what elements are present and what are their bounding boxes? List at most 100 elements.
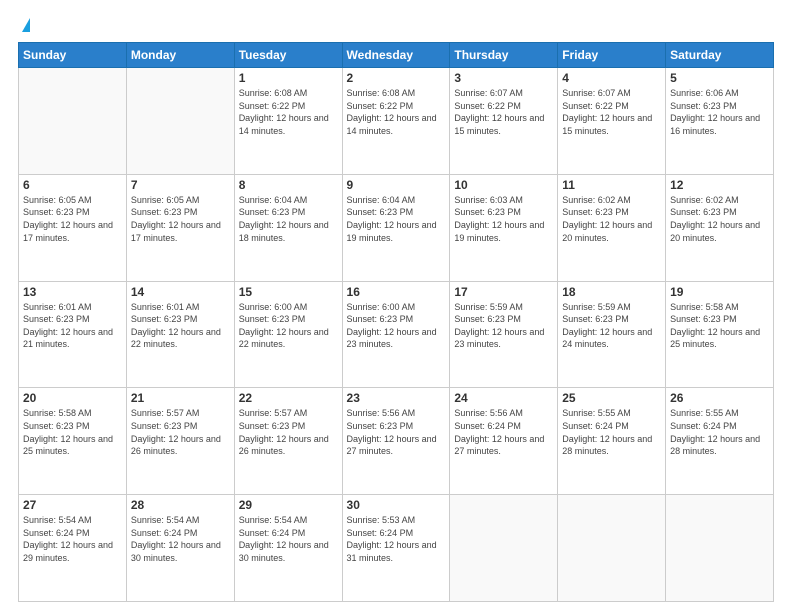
day-info: Sunrise: 5:56 AM Sunset: 6:24 PM Dayligh…	[454, 407, 553, 457]
calendar-cell: 25Sunrise: 5:55 AM Sunset: 6:24 PM Dayli…	[558, 388, 666, 495]
day-info: Sunrise: 5:58 AM Sunset: 6:23 PM Dayligh…	[23, 407, 122, 457]
day-info: Sunrise: 6:02 AM Sunset: 6:23 PM Dayligh…	[562, 194, 661, 244]
day-number: 30	[347, 498, 446, 512]
calendar-cell: 3 Sunrise: 6:07 AM Sunset: 6:22 PM Daylig…	[450, 68, 558, 175]
calendar-cell	[126, 68, 234, 175]
day-info: Sunrise: 6:00 AM Sunset: 6:23 PM Dayligh…	[347, 301, 446, 351]
day-info: Sunrise: 6:03 AM Sunset: 6:23 PM Dayligh…	[454, 194, 553, 244]
day-info: Sunrise: 5:57 AM Sunset: 6:23 PM Dayligh…	[239, 407, 338, 457]
calendar-cell: 24 Sunrise: 5:56 AM Sunset: 6:24 PM Dayli…	[450, 388, 558, 495]
calendar-week-row: 27Sunrise: 5:54 AM Sunset: 6:24 PM Dayli…	[19, 495, 774, 602]
calendar-cell: 4 Sunrise: 6:07 AM Sunset: 6:22 PM Daylig…	[558, 68, 666, 175]
calendar-cell: 20 Sunrise: 5:58 AM Sunset: 6:23 PM Dayli…	[19, 388, 127, 495]
day-info: Sunrise: 6:04 AM Sunset: 6:23 PM Dayligh…	[239, 194, 338, 244]
day-number: 8	[239, 178, 338, 192]
day-number: 2	[347, 71, 446, 85]
calendar-cell: 8 Sunrise: 6:04 AM Sunset: 6:23 PM Daylig…	[234, 174, 342, 281]
day-info: Sunrise: 6:01 AM Sunset: 6:23 PM Dayligh…	[23, 301, 122, 351]
calendar-cell: 27Sunrise: 5:54 AM Sunset: 6:24 PM Dayli…	[19, 495, 127, 602]
day-info: Sunrise: 5:53 AM Sunset: 6:24 PM Dayligh…	[347, 514, 446, 564]
day-number: 5	[670, 71, 769, 85]
day-number: 10	[454, 178, 553, 192]
day-number: 9	[347, 178, 446, 192]
day-number: 6	[23, 178, 122, 192]
calendar-cell: 17 Sunrise: 5:59 AM Sunset: 6:23 PM Dayli…	[450, 281, 558, 388]
calendar-header-tuesday: Tuesday	[234, 43, 342, 68]
day-number: 14	[131, 285, 230, 299]
calendar-cell: 28Sunrise: 5:54 AM Sunset: 6:24 PM Dayli…	[126, 495, 234, 602]
calendar-header-thursday: Thursday	[450, 43, 558, 68]
day-info: Sunrise: 6:00 AM Sunset: 6:23 PM Dayligh…	[239, 301, 338, 351]
calendar-header-monday: Monday	[126, 43, 234, 68]
calendar-cell: 13 Sunrise: 6:01 AM Sunset: 6:23 PM Dayli…	[19, 281, 127, 388]
calendar-week-row: 6 Sunrise: 6:05 AM Sunset: 6:23 PM Daylig…	[19, 174, 774, 281]
day-number: 29	[239, 498, 338, 512]
calendar-cell: 15 Sunrise: 6:00 AM Sunset: 6:23 PM Dayli…	[234, 281, 342, 388]
day-number: 3	[454, 71, 553, 85]
day-info: Sunrise: 6:02 AM Sunset: 6:23 PM Dayligh…	[670, 194, 769, 244]
day-number: 24	[454, 391, 553, 405]
calendar-header-saturday: Saturday	[666, 43, 774, 68]
day-number: 21	[131, 391, 230, 405]
day-number: 20	[23, 391, 122, 405]
day-number: 22	[239, 391, 338, 405]
calendar-cell: 14 Sunrise: 6:01 AM Sunset: 6:23 PM Dayli…	[126, 281, 234, 388]
day-info: Sunrise: 5:55 AM Sunset: 6:24 PM Dayligh…	[670, 407, 769, 457]
day-number: 11	[562, 178, 661, 192]
calendar-cell: 18Sunrise: 5:59 AM Sunset: 6:23 PM Dayli…	[558, 281, 666, 388]
day-info: Sunrise: 5:54 AM Sunset: 6:24 PM Dayligh…	[23, 514, 122, 564]
day-info: Sunrise: 6:07 AM Sunset: 6:22 PM Dayligh…	[454, 87, 553, 137]
calendar-cell	[666, 495, 774, 602]
day-info: Sunrise: 6:08 AM Sunset: 6:22 PM Dayligh…	[239, 87, 338, 137]
day-number: 1	[239, 71, 338, 85]
calendar-cell: 2 Sunrise: 6:08 AM Sunset: 6:22 PM Daylig…	[342, 68, 450, 175]
day-info: Sunrise: 5:56 AM Sunset: 6:23 PM Dayligh…	[347, 407, 446, 457]
calendar-cell: 5 Sunrise: 6:06 AM Sunset: 6:23 PM Daylig…	[666, 68, 774, 175]
day-info: Sunrise: 5:58 AM Sunset: 6:23 PM Dayligh…	[670, 301, 769, 351]
day-info: Sunrise: 6:04 AM Sunset: 6:23 PM Dayligh…	[347, 194, 446, 244]
logo-triangle-icon	[22, 18, 30, 32]
day-number: 26	[670, 391, 769, 405]
calendar-cell: 30 Sunrise: 5:53 AM Sunset: 6:24 PM Dayli…	[342, 495, 450, 602]
calendar-cell: 23 Sunrise: 5:56 AM Sunset: 6:23 PM Dayli…	[342, 388, 450, 495]
calendar-cell: 11 Sunrise: 6:02 AM Sunset: 6:23 PM Dayli…	[558, 174, 666, 281]
calendar-header-friday: Friday	[558, 43, 666, 68]
day-info: Sunrise: 6:07 AM Sunset: 6:22 PM Dayligh…	[562, 87, 661, 137]
day-number: 23	[347, 391, 446, 405]
calendar-cell: 9 Sunrise: 6:04 AM Sunset: 6:23 PM Daylig…	[342, 174, 450, 281]
calendar-cell: 16 Sunrise: 6:00 AM Sunset: 6:23 PM Dayli…	[342, 281, 450, 388]
day-info: Sunrise: 5:54 AM Sunset: 6:24 PM Dayligh…	[239, 514, 338, 564]
calendar-cell: 7 Sunrise: 6:05 AM Sunset: 6:23 PM Daylig…	[126, 174, 234, 281]
day-number: 4	[562, 71, 661, 85]
day-info: Sunrise: 6:01 AM Sunset: 6:23 PM Dayligh…	[131, 301, 230, 351]
day-info: Sunrise: 5:55 AM Sunset: 6:24 PM Dayligh…	[562, 407, 661, 457]
day-number: 13	[23, 285, 122, 299]
calendar-cell	[450, 495, 558, 602]
calendar-cell: 26 Sunrise: 5:55 AM Sunset: 6:24 PM Dayli…	[666, 388, 774, 495]
calendar-cell	[19, 68, 127, 175]
day-number: 16	[347, 285, 446, 299]
day-info: Sunrise: 6:05 AM Sunset: 6:23 PM Dayligh…	[23, 194, 122, 244]
calendar-week-row: 1 Sunrise: 6:08 AM Sunset: 6:22 PM Daylig…	[19, 68, 774, 175]
day-number: 12	[670, 178, 769, 192]
day-info: Sunrise: 5:59 AM Sunset: 6:23 PM Dayligh…	[454, 301, 553, 351]
header	[18, 18, 774, 32]
logo	[18, 18, 30, 32]
day-number: 17	[454, 285, 553, 299]
calendar-cell: 21 Sunrise: 5:57 AM Sunset: 6:23 PM Dayli…	[126, 388, 234, 495]
day-info: Sunrise: 5:57 AM Sunset: 6:23 PM Dayligh…	[131, 407, 230, 457]
calendar-cell: 6 Sunrise: 6:05 AM Sunset: 6:23 PM Daylig…	[19, 174, 127, 281]
day-info: Sunrise: 6:05 AM Sunset: 6:23 PM Dayligh…	[131, 194, 230, 244]
calendar-cell: 12 Sunrise: 6:02 AM Sunset: 6:23 PM Dayli…	[666, 174, 774, 281]
day-info: Sunrise: 6:08 AM Sunset: 6:22 PM Dayligh…	[347, 87, 446, 137]
calendar-cell: 22 Sunrise: 5:57 AM Sunset: 6:23 PM Dayli…	[234, 388, 342, 495]
calendar-cell: 10 Sunrise: 6:03 AM Sunset: 6:23 PM Dayli…	[450, 174, 558, 281]
page: SundayMondayTuesdayWednesdayThursdayFrid…	[0, 0, 792, 612]
calendar-cell	[558, 495, 666, 602]
day-info: Sunrise: 5:59 AM Sunset: 6:23 PM Dayligh…	[562, 301, 661, 351]
day-number: 15	[239, 285, 338, 299]
day-number: 7	[131, 178, 230, 192]
day-info: Sunrise: 6:06 AM Sunset: 6:23 PM Dayligh…	[670, 87, 769, 137]
calendar-cell: 1 Sunrise: 6:08 AM Sunset: 6:22 PM Daylig…	[234, 68, 342, 175]
day-info: Sunrise: 5:54 AM Sunset: 6:24 PM Dayligh…	[131, 514, 230, 564]
